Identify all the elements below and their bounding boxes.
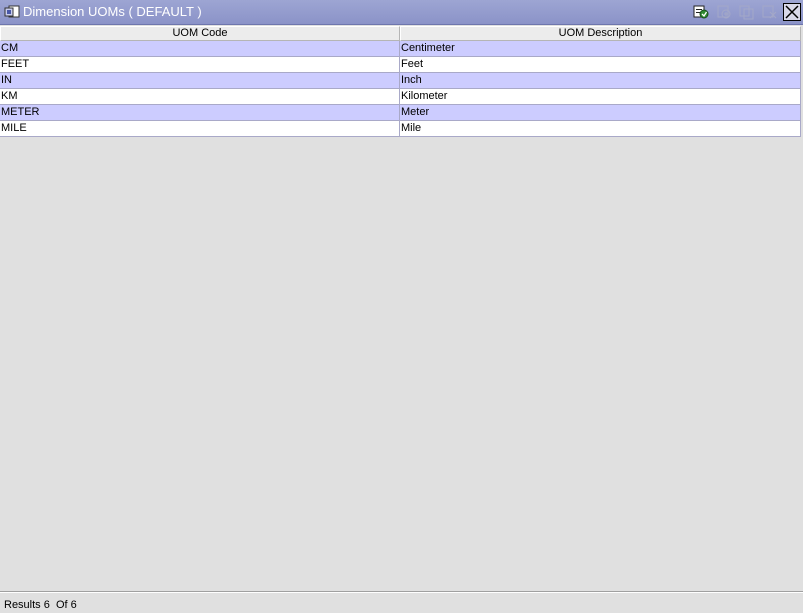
uom-description-cell: Feet [400,57,801,73]
dimension-uoms-window: Dimension UOMs ( DEFAULT ) UOM Code UOM … [0,0,803,613]
copy-button[interactable] [738,3,756,21]
column-header-uom-description[interactable]: UOM Description [400,26,801,41]
table-row[interactable]: CM Centimeter [0,41,801,57]
results-count: Results 6 Of 6 [4,599,77,611]
window-title: Dimension UOMs ( DEFAULT ) [23,4,202,19]
uom-description-cell: Kilometer [400,89,801,105]
close-icon [785,5,799,19]
create-icon [717,5,731,19]
uom-description-cell: Inch [400,73,801,89]
uom-description-cell: Mile [400,121,801,137]
table-row[interactable]: KM Kilometer [0,89,801,105]
uom-code-cell: KM [0,89,400,105]
uom-code-cell: MILE [0,121,400,137]
uom-code-cell: IN [0,73,400,89]
status-bar: Results 6 Of 6 [0,593,803,613]
uom-code-cell: METER [0,105,400,121]
uom-description-cell: Meter [400,105,801,121]
copy-icon [739,5,754,20]
details-button[interactable] [692,3,710,21]
table-row[interactable]: IN Inch [0,73,801,89]
table-row[interactable]: FEET Feet [0,57,801,73]
delete-icon [762,5,777,19]
uom-code-cell: CM [0,41,400,57]
title-bar: Dimension UOMs ( DEFAULT ) [0,0,803,25]
uom-code-cell: FEET [0,57,400,73]
column-header-uom-code[interactable]: UOM Code [0,26,400,41]
uom-description-cell: Centimeter [400,41,801,57]
uom-table: UOM Code UOM Description CM Centimeter F… [0,26,802,590]
close-button[interactable] [783,3,801,21]
list-screen-icon [4,5,20,19]
details-icon [693,5,709,19]
create-button[interactable] [715,3,733,21]
table-row[interactable]: METER Meter [0,105,801,121]
table-header: UOM Code UOM Description [0,26,802,41]
table-row[interactable]: MILE Mile [0,121,801,137]
delete-button[interactable] [761,3,779,21]
